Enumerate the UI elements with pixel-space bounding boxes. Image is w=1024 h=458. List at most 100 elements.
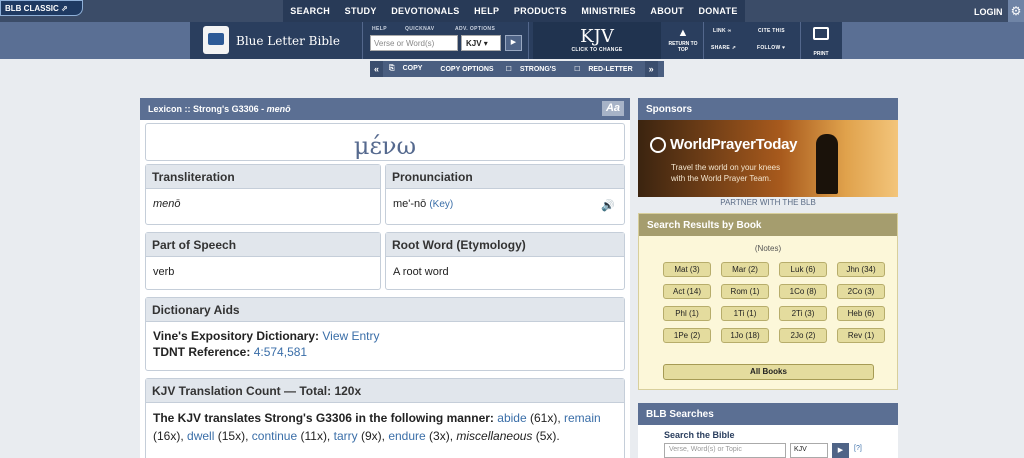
book-button[interactable]: Jhn (34) xyxy=(837,262,885,277)
rendering-count: (15x), xyxy=(217,429,249,443)
book-button[interactable]: Mar (2) xyxy=(721,262,769,277)
book-button[interactable]: 2Jo (2) xyxy=(779,328,827,343)
share-button[interactable]: SHARE ⇗ xyxy=(711,45,736,51)
speaker-icon[interactable]: 🔊 xyxy=(601,199,616,212)
blb-searches-title: BLB Searches xyxy=(638,403,898,425)
blb-logo-icon[interactable] xyxy=(203,26,229,54)
globe-icon xyxy=(650,137,666,153)
gear-icon[interactable]: ⚙ xyxy=(1008,0,1024,22)
follow-button[interactable]: FOLLOW ♥ xyxy=(757,45,785,51)
book-button[interactable]: Heb (6) xyxy=(837,306,885,321)
print-label: PRINT xyxy=(813,51,829,57)
root-word-value: A root word xyxy=(393,266,449,278)
pronunciation-value: me'-nō (Key) xyxy=(386,189,624,219)
book-button[interactable]: Rev (1) xyxy=(837,328,885,343)
book-button[interactable]: Rom (1) xyxy=(721,284,769,299)
top-nav: BLB CLASSIC ⇗ SEARCH STUDY DEVOTIONALS H… xyxy=(0,0,1024,22)
bible-search-input[interactable]: Verse, Word(s) or Topic xyxy=(664,443,786,458)
help-label[interactable]: HELP xyxy=(372,26,387,32)
transliteration-box: Transliteration menō xyxy=(145,164,381,225)
chevron-right-icon[interactable]: » xyxy=(644,61,658,77)
menu-donate[interactable]: DONATE xyxy=(698,6,737,16)
return-to-top-button[interactable]: ▲ RETURN TO TOP xyxy=(666,22,700,59)
verse-input[interactable]: Verse or Word(s) xyxy=(370,35,458,51)
version-switcher[interactable]: KJV CLICK TO CHANGE xyxy=(533,22,661,59)
font-size-button[interactable]: Aa xyxy=(602,101,624,116)
translation-count-box: KJV Translation Count — Total: 120x The … xyxy=(145,378,625,458)
blb-searches-panel: BLB Searches Search the Bible Verse, Wor… xyxy=(638,403,898,458)
brand-name[interactable]: Blue Letter Bible xyxy=(236,34,340,48)
rendering-link[interactable]: dwell xyxy=(187,429,214,443)
cite-this-button[interactable]: CITE THIS xyxy=(758,28,785,34)
book-button[interactable]: 2Ti (3) xyxy=(779,306,827,321)
version-select[interactable]: KJV ▾ xyxy=(461,35,501,51)
divider xyxy=(362,22,363,59)
root-word-box: Root Word (Etymology) A root word xyxy=(385,232,625,290)
arrow-up-icon: ▲ xyxy=(677,27,689,39)
book-button[interactable]: Luk (6) xyxy=(779,262,827,277)
bible-search-go-button[interactable]: ▶ xyxy=(832,443,849,458)
book-button[interactable]: Phl (1) xyxy=(663,306,711,321)
version-switcher-label: KJV xyxy=(580,26,614,47)
pronunciation-key-link[interactable]: (Key) xyxy=(429,199,453,210)
rendering-link[interactable]: abide xyxy=(497,411,526,425)
book-button[interactable]: 1Co (8) xyxy=(779,284,827,299)
copy-toolbar: « ⎘ COPY COPY OPTIONS ☐ STRONG'S ☐ RED-L… xyxy=(370,61,664,77)
book-button[interactable]: 1Ti (1) xyxy=(721,306,769,321)
ad-figure xyxy=(816,134,838,194)
menu-ministries[interactable]: MINISTRIES xyxy=(581,6,636,16)
transliteration-value: menō xyxy=(153,198,181,210)
vines-view-entry-link[interactable]: View Entry xyxy=(322,329,379,343)
link-button[interactable]: LINK ∞ xyxy=(713,28,731,34)
strongs-toggle[interactable]: ☐ STRONG'S xyxy=(500,65,569,73)
adv-options-label[interactable]: ADV. OPTIONS xyxy=(455,26,495,32)
share-label: SHARE xyxy=(711,45,731,51)
copy-options-button[interactable]: COPY OPTIONS xyxy=(434,66,499,73)
copy-label: COPY xyxy=(402,65,423,72)
book-button[interactable]: 2Co (3) xyxy=(837,284,885,299)
print-button[interactable]: PRINT xyxy=(804,22,838,59)
rendering-count: (9x), xyxy=(360,429,385,443)
book-button[interactable]: 1Pe (2) xyxy=(663,328,711,343)
red-letter-toggle[interactable]: ☐ RED-LETTER xyxy=(568,65,645,73)
blb-classic-link[interactable]: BLB CLASSIC ⇗ xyxy=(0,0,83,16)
partner-link[interactable]: PARTNER WITH THE BLB xyxy=(638,198,898,207)
tdnt-label: TDNT Reference: xyxy=(153,345,251,359)
menu-products[interactable]: PRODUCTS xyxy=(514,6,567,16)
book-button[interactable]: 1Jo (18) xyxy=(721,328,769,343)
search-the-bible-label: Search the Bible xyxy=(664,430,735,440)
lexicon-title-prefix: Lexicon :: Strong's G3306 - xyxy=(148,104,267,114)
menu-help[interactable]: HELP xyxy=(474,6,499,16)
quicknav-go-button[interactable]: ▶ xyxy=(505,35,522,51)
rendering-link[interactable]: tarry xyxy=(334,429,358,443)
red-letter-label: RED-LETTER xyxy=(588,66,633,73)
book-button[interactable]: Act (14) xyxy=(663,284,711,299)
notes-link[interactable]: (Notes) xyxy=(639,244,897,253)
book-button[interactable]: Mat (3) xyxy=(663,262,711,277)
tdnt-link[interactable]: 4:574,581 xyxy=(254,345,307,359)
translation-text: The KJV translates Strong's G3306 in the… xyxy=(146,403,624,445)
search-help-link[interactable]: [?] xyxy=(854,445,862,452)
rendering-count: (5x). xyxy=(535,429,560,443)
menu-study[interactable]: STUDY xyxy=(345,6,377,16)
bible-search-version-select[interactable]: KJV xyxy=(790,443,828,458)
login-link[interactable]: LOGIN xyxy=(974,7,1003,17)
rendering-link[interactable]: remain xyxy=(564,411,601,425)
rendering-link[interactable]: endure xyxy=(388,429,425,443)
menu-search[interactable]: SEARCH xyxy=(290,6,330,16)
ad-text: Travel the world on your knees with the … xyxy=(671,162,780,184)
greek-word: μένω xyxy=(353,132,417,160)
world-prayer-ad[interactable]: WorldPrayerToday Travel the world on you… xyxy=(638,120,898,197)
chevron-left-icon[interactable]: « xyxy=(370,61,384,77)
all-books-button[interactable]: All Books xyxy=(663,364,874,380)
tdnt-row: TDNT Reference: 4:574,581 xyxy=(146,343,624,359)
copy-button[interactable]: ⎘ COPY xyxy=(383,65,434,73)
menu-about[interactable]: ABOUT xyxy=(650,6,684,16)
transliteration-heading: Transliteration xyxy=(146,165,380,189)
menu-devotionals[interactable]: DEVOTIONALS xyxy=(391,6,459,16)
lexicon-title: Lexicon :: Strong's G3306 - menō Aa xyxy=(140,98,630,120)
ad-text-line-2: with the World Prayer Team. xyxy=(671,174,772,183)
dictionary-aids-heading: Dictionary Aids xyxy=(146,298,624,322)
rendering-link[interactable]: continue xyxy=(252,429,297,443)
part-of-speech-value: verb xyxy=(153,266,175,278)
